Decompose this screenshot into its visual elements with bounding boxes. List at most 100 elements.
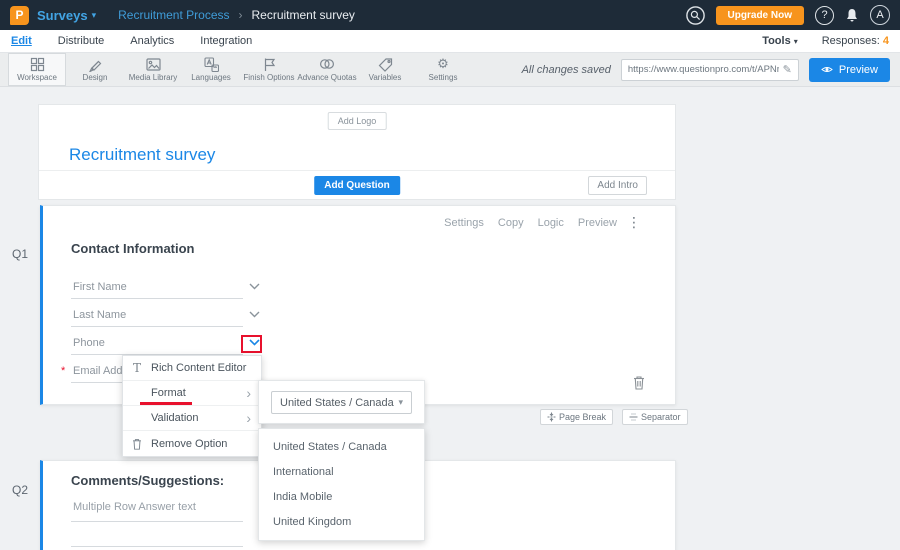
gear-icon: ⚙ bbox=[437, 57, 449, 71]
main-menu-bar: Edit Distribute Analytics Integration To… bbox=[0, 30, 900, 53]
phone-format-select[interactable]: United States / Canada ▾ bbox=[271, 391, 412, 414]
edit-url-icon[interactable]: ✎ bbox=[783, 63, 792, 76]
text-editor-icon: T bbox=[123, 361, 151, 375]
tool-finish-options[interactable]: Finish Options bbox=[240, 53, 298, 86]
toolbar-right: All changes saved https://www.questionpr… bbox=[522, 53, 900, 86]
separator-button[interactable]: Separator bbox=[622, 409, 688, 425]
add-intro-button[interactable]: Add Intro bbox=[588, 176, 647, 195]
question1-number: Q1 bbox=[12, 247, 28, 261]
chevron-down-icon[interactable] bbox=[249, 311, 260, 318]
chevron-down-icon[interactable]: ▾ bbox=[92, 10, 97, 21]
search-icon[interactable] bbox=[686, 6, 705, 25]
tool-advance-quotas[interactable]: Advance Quotas bbox=[298, 53, 356, 86]
breadcrumb-parent-link[interactable]: Recruitment Process bbox=[118, 8, 229, 22]
question-logic-link[interactable]: Logic bbox=[538, 217, 564, 229]
field-label: Last Name bbox=[73, 309, 126, 321]
menu-item-rich-content-editor[interactable]: T Rich Content Editor bbox=[123, 356, 261, 381]
tools-menu[interactable]: Tools▾ bbox=[762, 35, 798, 47]
menu-item-validation[interactable]: Validation › bbox=[123, 406, 261, 431]
question-copy-link[interactable]: Copy bbox=[498, 217, 524, 229]
add-question-button[interactable]: Add Question bbox=[314, 176, 400, 195]
tab-analytics[interactable]: Analytics bbox=[130, 35, 174, 47]
menu-item-label: Validation bbox=[151, 412, 199, 424]
tool-label: Finish Options bbox=[243, 73, 294, 82]
page-break-icon bbox=[547, 412, 556, 422]
questionpro-logo[interactable]: P bbox=[10, 6, 29, 25]
menu-item-label: Rich Content Editor bbox=[151, 362, 246, 374]
format-option-united-kingdom[interactable]: United Kingdom bbox=[259, 509, 424, 534]
tab-integration[interactable]: Integration bbox=[200, 35, 252, 47]
row-options-context-menu: T Rich Content Editor Format › Validatio… bbox=[122, 355, 262, 457]
separator-label: Separator bbox=[641, 412, 681, 422]
field-row-first-name[interactable]: First Name bbox=[71, 277, 243, 299]
answer-line[interactable] bbox=[71, 521, 243, 522]
tool-variables[interactable]: Variables bbox=[356, 53, 414, 86]
help-icon[interactable]: ? bbox=[815, 6, 834, 25]
question2-title[interactable]: Comments/Suggestions: bbox=[71, 473, 224, 488]
preview-label: Preview bbox=[839, 64, 878, 76]
survey-title[interactable]: Recruitment survey bbox=[69, 145, 215, 165]
tool-workspace[interactable]: Workspace bbox=[8, 53, 66, 86]
format-option-international[interactable]: International bbox=[259, 459, 424, 484]
question-more-menu-icon[interactable]: ⋮ bbox=[627, 214, 641, 231]
responses-counter[interactable]: Responses: 4 bbox=[822, 35, 889, 47]
image-icon bbox=[146, 57, 161, 71]
annotation-underline bbox=[140, 402, 192, 405]
question-settings-link[interactable]: Settings bbox=[444, 217, 484, 229]
answer-line[interactable] bbox=[71, 546, 243, 547]
field-row-phone[interactable]: Phone bbox=[71, 333, 243, 355]
tool-design[interactable]: Design bbox=[66, 53, 124, 86]
survey-url-input[interactable]: https://www.questionpro.com/t/APNrFZ ✎ bbox=[621, 59, 799, 81]
editor-toolbar: Workspace Design Media Library Languages… bbox=[0, 53, 900, 87]
tool-label: Workspace bbox=[17, 73, 57, 82]
submenu-arrow-icon: › bbox=[246, 388, 251, 398]
tab-edit[interactable]: Edit bbox=[11, 35, 32, 47]
questionpro-survey-editor: P Surveys ▾ Recruitment Process › Recrui… bbox=[0, 0, 900, 550]
save-status-text: All changes saved bbox=[522, 64, 611, 76]
required-asterisk: * bbox=[61, 365, 65, 377]
chevron-down-icon: ▾ bbox=[794, 37, 798, 46]
multi-row-answer-placeholder[interactable]: Multiple Row Answer text bbox=[73, 501, 196, 513]
avatar[interactable]: A bbox=[870, 5, 890, 25]
menu-item-label: Format bbox=[151, 387, 186, 399]
tool-label: Settings bbox=[429, 73, 458, 82]
breadcrumb-current: Recruitment survey bbox=[252, 8, 355, 22]
field-row-last-name[interactable]: Last Name bbox=[71, 305, 243, 327]
tool-settings[interactable]: ⚙ Settings bbox=[414, 53, 472, 86]
tool-label: Advance Quotas bbox=[297, 73, 356, 82]
separator-icon bbox=[629, 413, 638, 421]
field-label: First Name bbox=[73, 281, 127, 293]
tool-media-library[interactable]: Media Library bbox=[124, 53, 182, 86]
surveys-product-switcher[interactable]: Surveys bbox=[37, 8, 88, 23]
preview-button[interactable]: Preview bbox=[809, 58, 890, 82]
question-actions: Settings Copy Logic Preview bbox=[444, 217, 617, 229]
language-icon bbox=[204, 57, 219, 71]
format-submenu-panel: United States / Canada ▾ bbox=[258, 380, 425, 424]
tag-icon bbox=[378, 57, 393, 71]
chevron-down-icon: ▾ bbox=[398, 397, 403, 408]
tab-distribute[interactable]: Distribute bbox=[58, 35, 104, 47]
survey-url-value: https://www.questionpro.com/t/APNrFZ bbox=[628, 64, 779, 75]
page-break-button[interactable]: Page Break bbox=[540, 409, 613, 425]
add-logo-button[interactable]: Add Logo bbox=[328, 112, 387, 130]
upgrade-now-button[interactable]: Upgrade Now bbox=[716, 6, 804, 25]
tool-label: Variables bbox=[369, 73, 402, 82]
question2-number: Q2 bbox=[12, 483, 28, 497]
tool-languages[interactable]: Languages bbox=[182, 53, 240, 86]
top-navigation-bar: P Surveys ▾ Recruitment Process › Recrui… bbox=[0, 0, 900, 30]
question1-title[interactable]: Contact Information bbox=[71, 241, 195, 256]
format-option-us-canada[interactable]: United States / Canada bbox=[259, 434, 424, 459]
format-option-india-mobile[interactable]: India Mobile bbox=[259, 484, 424, 509]
bell-icon[interactable] bbox=[845, 8, 859, 23]
tool-label: Media Library bbox=[129, 73, 177, 82]
breadcrumb-separator: › bbox=[239, 8, 243, 22]
menu-bar-right: Tools▾ Responses: 4 bbox=[762, 35, 889, 47]
survey-canvas: Add Logo Recruitment survey Add Question… bbox=[0, 87, 900, 550]
format-options-dropdown: United States / Canada International Ind… bbox=[258, 428, 425, 541]
question-preview-link[interactable]: Preview bbox=[578, 217, 617, 229]
selected-format-value: United States / Canada bbox=[280, 397, 394, 409]
responses-label: Responses: bbox=[822, 35, 880, 47]
menu-item-remove-option[interactable]: Remove Option bbox=[123, 431, 261, 456]
chevron-down-icon[interactable] bbox=[249, 283, 260, 290]
delete-question-icon[interactable] bbox=[633, 375, 645, 390]
